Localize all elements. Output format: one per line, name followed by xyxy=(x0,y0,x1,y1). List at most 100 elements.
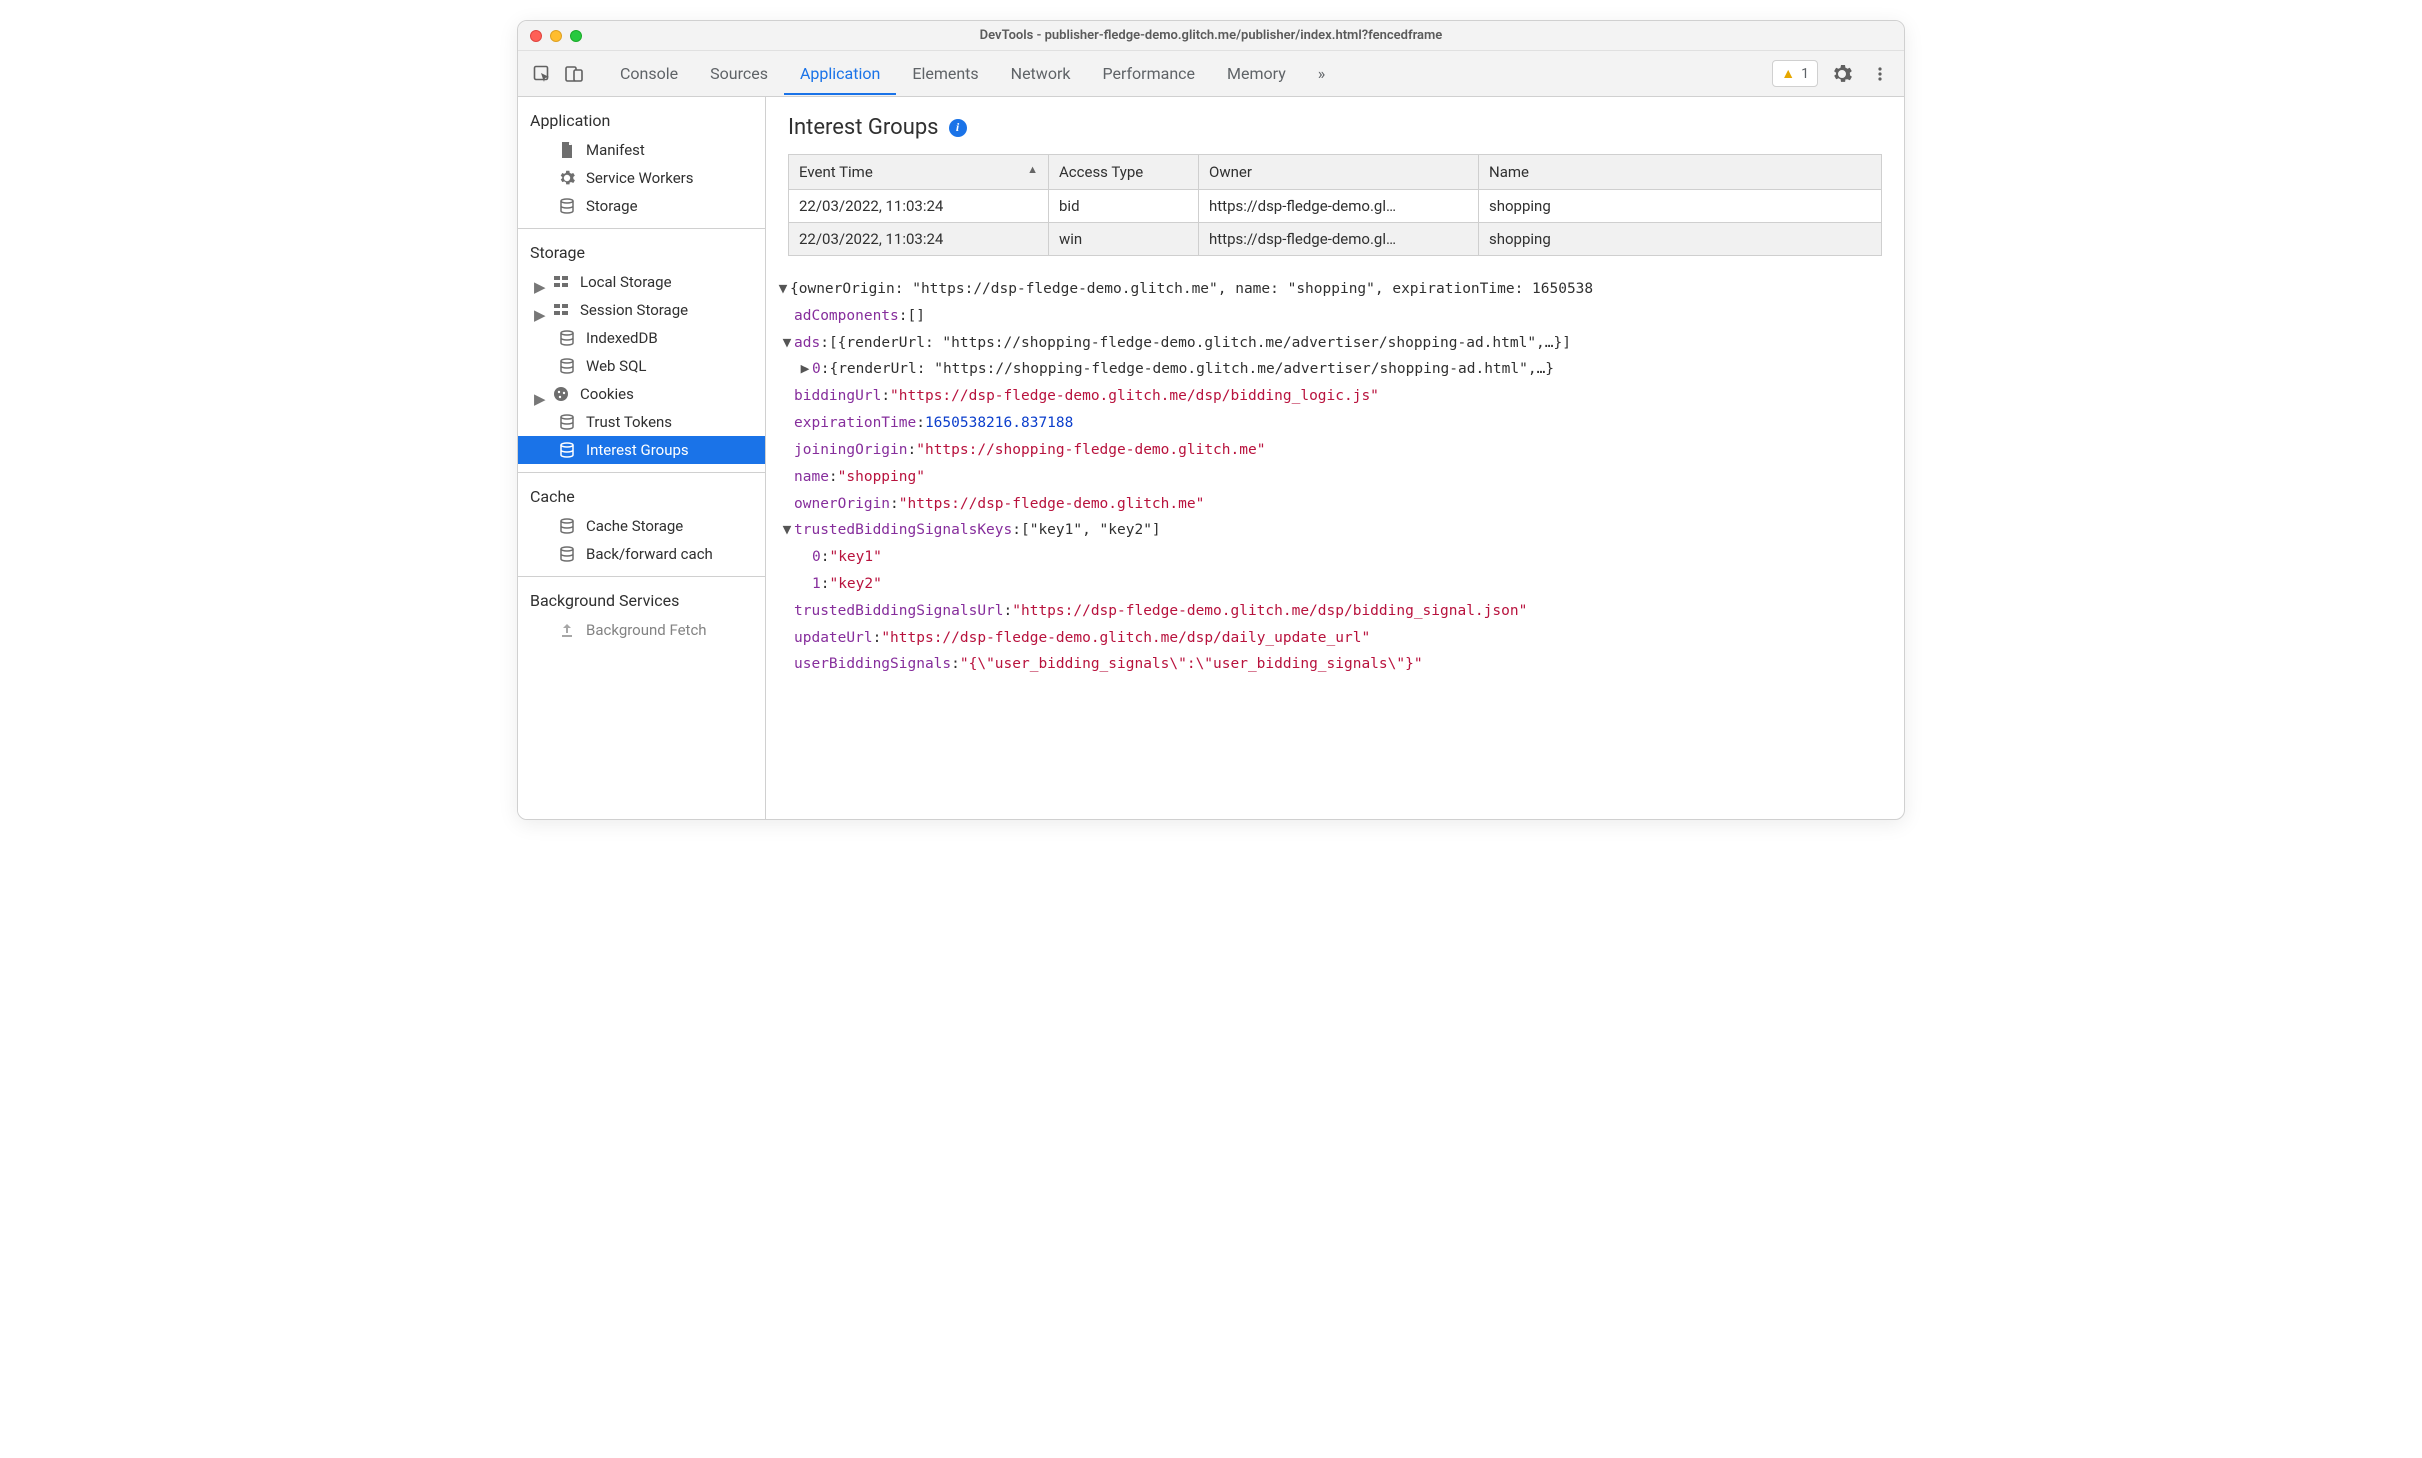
section-cache: Cache Cache Storage Back/forward cach xyxy=(518,473,765,577)
sidebar-item-trust-tokens[interactable]: Trust Tokens xyxy=(518,408,765,436)
settings-icon[interactable] xyxy=(1828,60,1856,88)
tab-console[interactable]: Console xyxy=(604,52,694,95)
sidebar-item-label: Trust Tokens xyxy=(586,413,672,431)
sidebar-item-storage[interactable]: Storage xyxy=(518,192,765,220)
warning-icon: ▲ xyxy=(1781,65,1795,82)
tree-prop[interactable]: adComponents: [] xyxy=(776,303,1904,330)
issues-indicator[interactable]: ▲ 1 xyxy=(1772,60,1818,87)
sidebar-item-manifest[interactable]: Manifest xyxy=(518,136,765,164)
sidebar-item-websql[interactable]: Web SQL xyxy=(518,352,765,380)
more-tabs-icon[interactable]: » xyxy=(1302,52,1342,95)
tab-sources[interactable]: Sources xyxy=(694,52,784,95)
gear-icon xyxy=(558,169,576,187)
tab-network[interactable]: Network xyxy=(995,52,1087,95)
cell-owner: https://dsp-fledge-demo.gl… xyxy=(1199,190,1479,223)
chevron-down-icon[interactable]: ▼ xyxy=(776,276,790,303)
sidebar-item-local-storage[interactable]: ▶ Local Storage xyxy=(518,268,765,296)
cell-name: shopping xyxy=(1479,223,1882,256)
col-event-time[interactable]: Event Time ▲ xyxy=(789,155,1049,190)
database-icon xyxy=(558,441,576,459)
root-summary: {ownerOrigin: "https://dsp-fledge-demo.g… xyxy=(790,276,1593,303)
cookie-icon xyxy=(552,385,570,403)
titlebar: DevTools - publisher-fledge-demo.glitch.… xyxy=(518,21,1904,51)
sort-asc-icon: ▲ xyxy=(1027,163,1038,176)
database-icon xyxy=(558,197,576,215)
cell-type: bid xyxy=(1049,190,1199,223)
sidebar-item-indexeddb[interactable]: IndexedDB xyxy=(518,324,765,352)
sidebar-item-label: Back/forward cach xyxy=(586,545,713,563)
maximize-window-button[interactable] xyxy=(570,30,582,42)
sidebar-item-label: Storage xyxy=(586,197,638,215)
tree-prop[interactable]: joiningOrigin: "https://shopping-fledge-… xyxy=(776,437,1904,464)
database-icon xyxy=(558,545,576,563)
close-window-button[interactable] xyxy=(530,30,542,42)
tree-root[interactable]: ▼ {ownerOrigin: "https://dsp-fledge-demo… xyxy=(776,276,1904,303)
sidebar-item-cookies[interactable]: ▶ Cookies xyxy=(518,380,765,408)
sidebar-item-label: IndexedDB xyxy=(586,329,658,347)
toolbar: Console Sources Application Elements Net… xyxy=(518,51,1904,97)
sidebar-item-label: Local Storage xyxy=(580,273,672,291)
issues-count: 1 xyxy=(1801,66,1809,82)
sidebar-item-bf-cache[interactable]: Back/forward cach xyxy=(518,540,765,568)
file-icon xyxy=(558,141,576,159)
chevron-down-icon[interactable]: ▼ xyxy=(780,517,794,544)
tab-performance[interactable]: Performance xyxy=(1086,52,1211,95)
section-application: Application Manifest Service Workers xyxy=(518,97,765,229)
window-title: DevTools - publisher-fledge-demo.glitch.… xyxy=(518,28,1904,43)
cell-name: shopping xyxy=(1479,190,1882,223)
expand-icon[interactable]: ▶ xyxy=(534,390,542,398)
grid-icon xyxy=(552,301,570,319)
sidebar-item-label: Service Workers xyxy=(586,169,693,187)
sidebar-item-bg-fetch[interactable]: Background Fetch xyxy=(518,616,765,644)
tab-application[interactable]: Application xyxy=(784,52,896,95)
more-options-icon[interactable] xyxy=(1866,60,1894,88)
table-row[interactable]: 22/03/2022, 11:03:24 win https://dsp-fle… xyxy=(789,223,1882,256)
window-controls xyxy=(530,30,582,42)
tab-memory[interactable]: Memory xyxy=(1211,52,1302,95)
tree-prop[interactable]: biddingUrl: "https://dsp-fledge-demo.gli… xyxy=(776,383,1904,410)
tree-prop[interactable]: userBiddingSignals: "{\"user_bidding_sig… xyxy=(776,651,1904,678)
table-header-row: Event Time ▲ Access Type Owner Name xyxy=(789,155,1882,190)
section-bg-services: Background Services Background Fetch xyxy=(518,577,765,652)
sidebar-item-service-workers[interactable]: Service Workers xyxy=(518,164,765,192)
sidebar-item-label: Session Storage xyxy=(580,301,688,319)
tree-prop[interactable]: 0: "key1" xyxy=(776,544,1904,571)
sidebar-item-interest-groups[interactable]: Interest Groups xyxy=(518,436,765,464)
tree-prop[interactable]: ▶ 0: {renderUrl: "https://shopping-fledg… xyxy=(776,356,1904,383)
sidebar: Application Manifest Service Workers xyxy=(518,97,766,819)
tree-prop[interactable]: trustedBiddingSignalsUrl: "https://dsp-f… xyxy=(776,598,1904,625)
section-heading-cache: Cache xyxy=(518,481,765,512)
tree-prop[interactable]: expirationTime: 1650538216.837188 xyxy=(776,410,1904,437)
chevron-down-icon[interactable]: ▼ xyxy=(780,330,794,357)
sidebar-item-session-storage[interactable]: ▶ Session Storage xyxy=(518,296,765,324)
database-icon xyxy=(558,413,576,431)
expand-icon[interactable]: ▶ xyxy=(534,306,542,314)
content: Application Manifest Service Workers xyxy=(518,97,1904,819)
tab-elements[interactable]: Elements xyxy=(896,52,994,95)
tree-prop[interactable]: ▼ trustedBiddingSignalsKeys: ["key1", "k… xyxy=(776,517,1904,544)
sidebar-item-label: Cookies xyxy=(580,385,634,403)
inspect-element-icon[interactable] xyxy=(528,60,556,88)
expand-icon[interactable]: ▶ xyxy=(534,278,542,286)
section-heading-storage: Storage xyxy=(518,237,765,268)
sidebar-item-label: Web SQL xyxy=(586,357,646,375)
tree-prop[interactable]: name: "shopping" xyxy=(776,464,1904,491)
tree-prop[interactable]: updateUrl: "https://dsp-fledge-demo.glit… xyxy=(776,625,1904,652)
sidebar-item-label: Background Fetch xyxy=(586,621,707,639)
cell-time: 22/03/2022, 11:03:24 xyxy=(789,223,1049,256)
minimize-window-button[interactable] xyxy=(550,30,562,42)
col-owner[interactable]: Owner xyxy=(1199,155,1479,190)
tree-prop[interactable]: ownerOrigin: "https://dsp-fledge-demo.gl… xyxy=(776,491,1904,518)
col-name[interactable]: Name xyxy=(1479,155,1882,190)
cell-type: win xyxy=(1049,223,1199,256)
database-icon xyxy=(558,517,576,535)
col-access-type[interactable]: Access Type xyxy=(1049,155,1199,190)
chevron-right-icon[interactable]: ▶ xyxy=(798,356,812,383)
sidebar-item-label: Manifest xyxy=(586,141,645,159)
sidebar-item-cache-storage[interactable]: Cache Storage xyxy=(518,512,765,540)
table-row[interactable]: 22/03/2022, 11:03:24 bid https://dsp-fle… xyxy=(789,190,1882,223)
tree-prop[interactable]: ▼ ads: [{renderUrl: "https://shopping-fl… xyxy=(776,330,1904,357)
device-toolbar-icon[interactable] xyxy=(560,60,588,88)
info-icon[interactable]: i xyxy=(949,119,967,137)
tree-prop[interactable]: 1: "key2" xyxy=(776,571,1904,598)
